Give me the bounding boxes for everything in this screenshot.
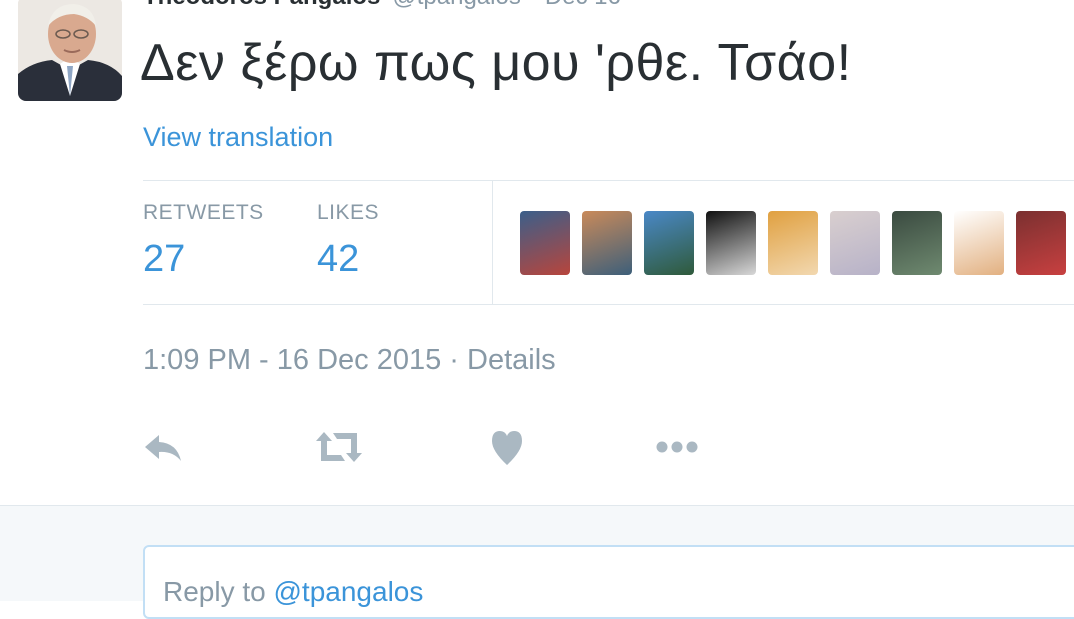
stats-divider [492, 181, 493, 304]
reply-button[interactable] [143, 423, 183, 471]
reply-mention: @tpangalos [273, 576, 424, 607]
liker-avatar-1[interactable] [520, 211, 570, 275]
view-translation-link[interactable]: View translation [143, 121, 333, 153]
likes-count: 42 [317, 238, 360, 280]
details-link[interactable]: Details [467, 344, 556, 376]
likes-stat[interactable]: LIKES 42 [317, 201, 379, 281]
header-separator: · [529, 0, 537, 10]
author-avatar[interactable] [18, 0, 122, 101]
liker-avatar-4[interactable] [706, 211, 756, 275]
tweet-header: Theodoros Pangalos @tpangalos · Dec 16 [143, 0, 621, 10]
liker-avatar-8[interactable] [954, 211, 1004, 275]
reply-area: Reply to @tpangalos [0, 505, 1074, 619]
tweet-stats: RETWEETS 27 LIKES 42 [143, 180, 1074, 305]
reply-placeholder-prefix: Reply to [163, 576, 274, 607]
tweet-text: Δεν ξέρω πως μου 'ρθε. Τσάο! [140, 34, 852, 92]
retweet-button[interactable] [315, 423, 363, 471]
liker-avatar-7[interactable] [892, 211, 942, 275]
meta-separator: · [441, 344, 468, 376]
author-screen-name[interactable]: @tpangalos [392, 0, 520, 10]
retweet-icon [315, 423, 363, 471]
reply-placeholder: Reply to @tpangalos [163, 575, 423, 609]
like-button[interactable] [490, 423, 524, 471]
liker-avatar-6[interactable] [830, 211, 880, 275]
retweets-stat[interactable]: RETWEETS 27 [143, 201, 264, 281]
tweet-date[interactable]: Dec 16 [545, 0, 621, 10]
more-button[interactable] [656, 423, 700, 471]
liker-avatar-3[interactable] [644, 211, 694, 275]
retweets-count: 27 [143, 238, 186, 280]
more-dots-icon [656, 423, 700, 471]
reply-input[interactable]: Reply to @tpangalos [143, 545, 1074, 619]
tweet-metadata: 1:09 PM - 16 Dec 2015 · Details [143, 342, 556, 378]
heart-icon [490, 423, 524, 471]
tweet-card: Theodoros Pangalos @tpangalos · Dec 16 Δεν … [0, 0, 1074, 505]
author-fullname[interactable]: Theodoros Pangalos [143, 0, 380, 10]
liker-avatar-2[interactable] [582, 211, 632, 275]
liker-avatar-9[interactable] [1016, 211, 1066, 275]
retweets-label: RETWEETS [143, 201, 264, 224]
liker-avatar-5[interactable] [768, 211, 818, 275]
tweet-timestamp[interactable]: 1:09 PM - 16 Dec 2015 [143, 344, 441, 376]
reply-icon [143, 423, 183, 471]
likes-label: LIKES [317, 201, 380, 224]
